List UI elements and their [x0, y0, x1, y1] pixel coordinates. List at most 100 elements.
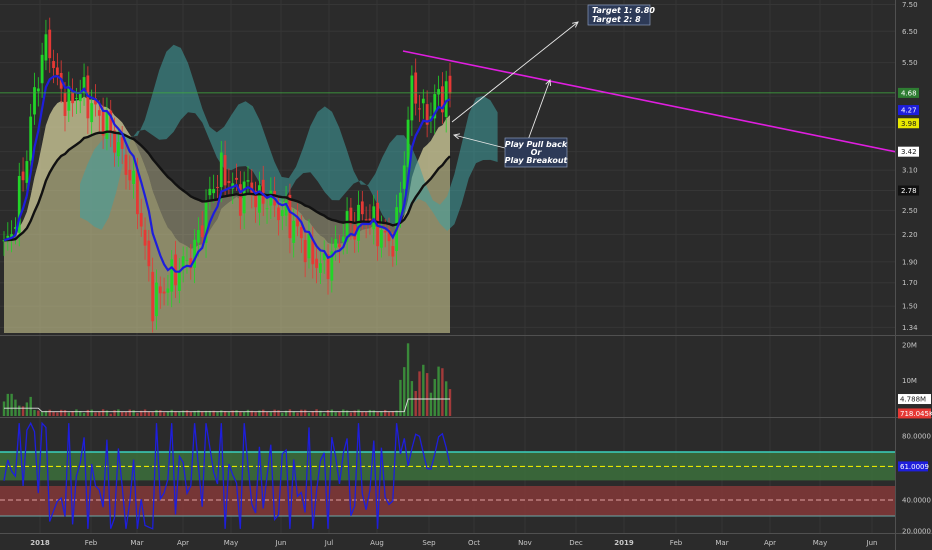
volume-bar: [364, 411, 368, 416]
volume-bar: [216, 411, 219, 416]
time-tick-label: May: [224, 539, 238, 547]
price-tag-label: 4.27: [901, 107, 917, 115]
candle-body: [63, 92, 67, 116]
candle-body: [21, 171, 25, 181]
volume-bar: [18, 405, 21, 416]
volume-bar: [334, 412, 337, 416]
volume-bar: [2, 401, 6, 416]
candle-body: [75, 97, 78, 99]
candle-body: [78, 93, 82, 102]
candle-body: [155, 282, 158, 317]
volume-bar: [288, 409, 292, 416]
target-2-label: Target 2: 8: [592, 15, 641, 24]
volume-bar: [185, 410, 189, 416]
rsi-tag: 61.0009: [898, 461, 929, 472]
candle-body: [48, 29, 52, 59]
volume-bar: [37, 410, 40, 416]
volume-bar: [90, 409, 93, 416]
price-tag-label: 2.78: [901, 187, 917, 195]
volume-bar: [75, 409, 78, 416]
candle-body: [97, 110, 101, 116]
candle-body: [258, 185, 261, 213]
volume-bar: [120, 411, 124, 416]
volume-bar: [235, 410, 238, 416]
volume-bars: [2, 343, 452, 416]
volume-average: [4, 398, 450, 413]
candle-body: [44, 34, 48, 61]
rsi-axis: 80.0000 40.0000 20.0000: [902, 433, 931, 536]
volume-bar: [143, 409, 147, 416]
volume-bar: [189, 411, 192, 416]
candle-body: [132, 170, 136, 184]
candle-body: [414, 72, 418, 104]
volume-bar: [357, 409, 360, 416]
volume-bar: [132, 410, 135, 416]
candle-body: [444, 81, 448, 117]
time-tick-label: May: [813, 539, 827, 547]
volume-bar: [242, 411, 246, 416]
candle-body: [277, 207, 280, 221]
time-tick-label: Nov: [518, 539, 532, 547]
volume-bar: [82, 413, 86, 416]
volume-bar: [113, 410, 116, 416]
time-tick-label: Jul: [324, 539, 334, 547]
candle-body: [147, 240, 151, 267]
price-tick-label: 1.50: [902, 303, 918, 311]
volume-bar: [307, 412, 311, 416]
volume-bar: [269, 412, 273, 416]
volume-bar: [437, 366, 440, 416]
volume-bar: [448, 389, 452, 416]
candle-body: [307, 233, 311, 259]
time-tick-label: Apr: [177, 539, 189, 547]
volume-bar: [254, 412, 257, 416]
candle-body: [418, 108, 421, 110]
volume-bar: [296, 412, 299, 416]
target-annotation: Target 1: 6.80 Target 2: 8: [587, 4, 655, 26]
price-tag-label: 3.42: [901, 148, 917, 156]
volume-bar: [197, 410, 200, 416]
candle-body: [315, 258, 318, 268]
price-tick-label: 2.20: [902, 231, 918, 239]
volume-bar: [372, 410, 375, 416]
volume-bar: [323, 413, 326, 416]
volume-bar: [59, 409, 63, 416]
candle-body: [399, 192, 402, 213]
volume-bar: [33, 410, 36, 416]
time-tick-label: Dec: [569, 539, 583, 547]
volume-bar: [56, 412, 59, 416]
time-tick-label: Feb: [670, 539, 683, 547]
candle-body: [379, 230, 383, 248]
candle-body: [105, 111, 109, 139]
volume-bar: [10, 393, 13, 416]
volume-bar: [303, 409, 307, 416]
candle-body: [143, 229, 147, 246]
price-tick-label: 6.50: [902, 28, 918, 36]
volume-axis: 20M 10M: [902, 342, 917, 385]
candle-body: [280, 210, 284, 217]
candle-body: [208, 188, 212, 196]
candle-body: [219, 152, 223, 188]
candle-body: [151, 271, 155, 322]
candle-body: [212, 189, 216, 194]
time-tick-label: Mar: [130, 539, 143, 547]
candle-body: [52, 61, 55, 69]
volume-bar: [262, 409, 265, 416]
rsi-tick-label: 80.0000: [902, 433, 931, 441]
candle-body: [185, 260, 189, 262]
candle-body: [288, 194, 292, 239]
volume-bar: [227, 411, 231, 416]
candle-body: [303, 239, 307, 263]
volume-bar: [277, 410, 280, 416]
volume-bar: [425, 373, 429, 416]
volume-bar: [410, 381, 414, 416]
candle-body: [246, 180, 250, 182]
volume-bar: [117, 409, 120, 416]
time-tick-label: Sep: [422, 539, 436, 547]
volume-bar: [162, 412, 166, 416]
play-line-3: Play Breakout: [505, 156, 569, 165]
candle-body: [406, 119, 410, 168]
time-tick-label: Jun: [866, 539, 878, 547]
candle-body: [421, 98, 425, 104]
volume-bar: [273, 409, 276, 416]
volume-panel: [2, 343, 452, 416]
